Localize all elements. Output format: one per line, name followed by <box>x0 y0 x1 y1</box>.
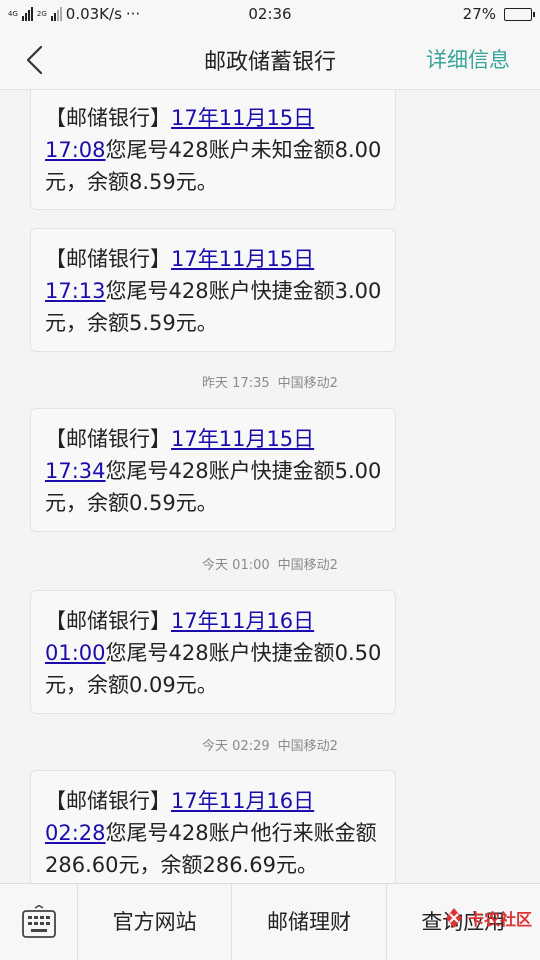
signal-icon <box>21 7 33 21</box>
status-right: 27% <box>462 5 535 23</box>
wealth-management-button[interactable]: 邮储理财 <box>232 883 387 960</box>
message-date-link[interactable]: 17年11月16日 <box>171 609 314 633</box>
detail-info-button[interactable]: 详细信息 <box>426 44 510 74</box>
more-notifications-icon: ··· <box>125 5 141 23</box>
message-time-link[interactable]: 02:28 <box>45 821 106 845</box>
battery-percent: 27% <box>462 5 496 23</box>
timestamp-carrier: 中国移动2 <box>277 558 338 573</box>
message-date-link[interactable]: 17年11月15日 <box>171 247 314 271</box>
message-timestamp: 昨天 17:35 中国移动2 <box>0 372 540 391</box>
signal-icon-2 <box>50 7 62 21</box>
timestamp-when: 今天 02:29 <box>202 739 270 754</box>
keyboard-icon <box>21 905 56 938</box>
message-timestamp: 今天 01:00 中国移动2 <box>0 554 540 573</box>
message-bubble[interactable]: 【邮储银行】17年11月15日 17:13您尾号428账户快捷金额3.00元，余… <box>30 228 396 352</box>
header: 邮政储蓄银行 详细信息 <box>0 28 540 90</box>
message-prefix: 【邮储银行】 <box>45 106 171 130</box>
message-bubble[interactable]: 【邮储银行】17年11月16日 01:00您尾号428账户快捷金额0.50元，余… <box>30 590 396 714</box>
message-time-link[interactable]: 17:34 <box>45 459 106 483</box>
message-timestamp: 今天 02:29 中国移动2 <box>0 735 540 754</box>
message-prefix: 【邮储银行】 <box>45 247 171 271</box>
message-bubble[interactable]: 【邮储银行】17年11月16日 02:28您尾号428账户他行来账金额286.6… <box>30 770 396 883</box>
status-left: 4G 2G 0.03K/s ··· <box>8 5 208 23</box>
network-type-label-2: 2G <box>36 9 47 18</box>
message-prefix: 【邮储银行】 <box>45 789 171 813</box>
timestamp-when: 昨天 17:35 <box>202 376 270 391</box>
message-prefix: 【邮储银行】 <box>45 609 171 633</box>
message-bubble[interactable]: 【邮储银行】17年11月15日 17:34您尾号428账户快捷金额5.00元，余… <box>30 408 396 532</box>
message-date-link[interactable]: 17年11月16日 <box>171 789 314 813</box>
message-bubble[interactable]: 【邮储银行】17年11月15日 17:08您尾号428账户未知金额8.00元，余… <box>30 90 396 210</box>
battery-icon <box>504 7 535 21</box>
timestamp-carrier: 中国移动2 <box>277 739 338 754</box>
message-time-link[interactable]: 01:00 <box>45 641 106 665</box>
message-prefix: 【邮储银行】 <box>45 427 171 451</box>
message-list[interactable]: 【邮储银行】17年11月15日 17:08您尾号428账户未知金额8.00元，余… <box>0 90 540 883</box>
message-time-link[interactable]: 17:13 <box>45 279 106 303</box>
message-date-link[interactable]: 17年11月15日 <box>171 427 314 451</box>
query-app-button[interactable]: 查询应用 <box>387 884 540 960</box>
network-type-label: 4G <box>8 9 18 18</box>
keyboard-toggle-button[interactable] <box>0 883 78 960</box>
bottom-menu-bar: 官方网站 邮储理财 查询应用 <box>0 883 540 960</box>
official-website-button[interactable]: 官方网站 <box>78 883 233 960</box>
message-time-link[interactable]: 17:08 <box>45 138 106 162</box>
timestamp-carrier: 中国移动2 <box>277 376 338 391</box>
network-speed: 0.03K/s <box>65 5 122 23</box>
status-bar: 4G 2G 0.03K/s ··· 02:36 27% <box>0 0 540 28</box>
message-date-link[interactable]: 17年11月15日 <box>171 106 314 130</box>
timestamp-when: 今天 01:00 <box>202 558 270 573</box>
